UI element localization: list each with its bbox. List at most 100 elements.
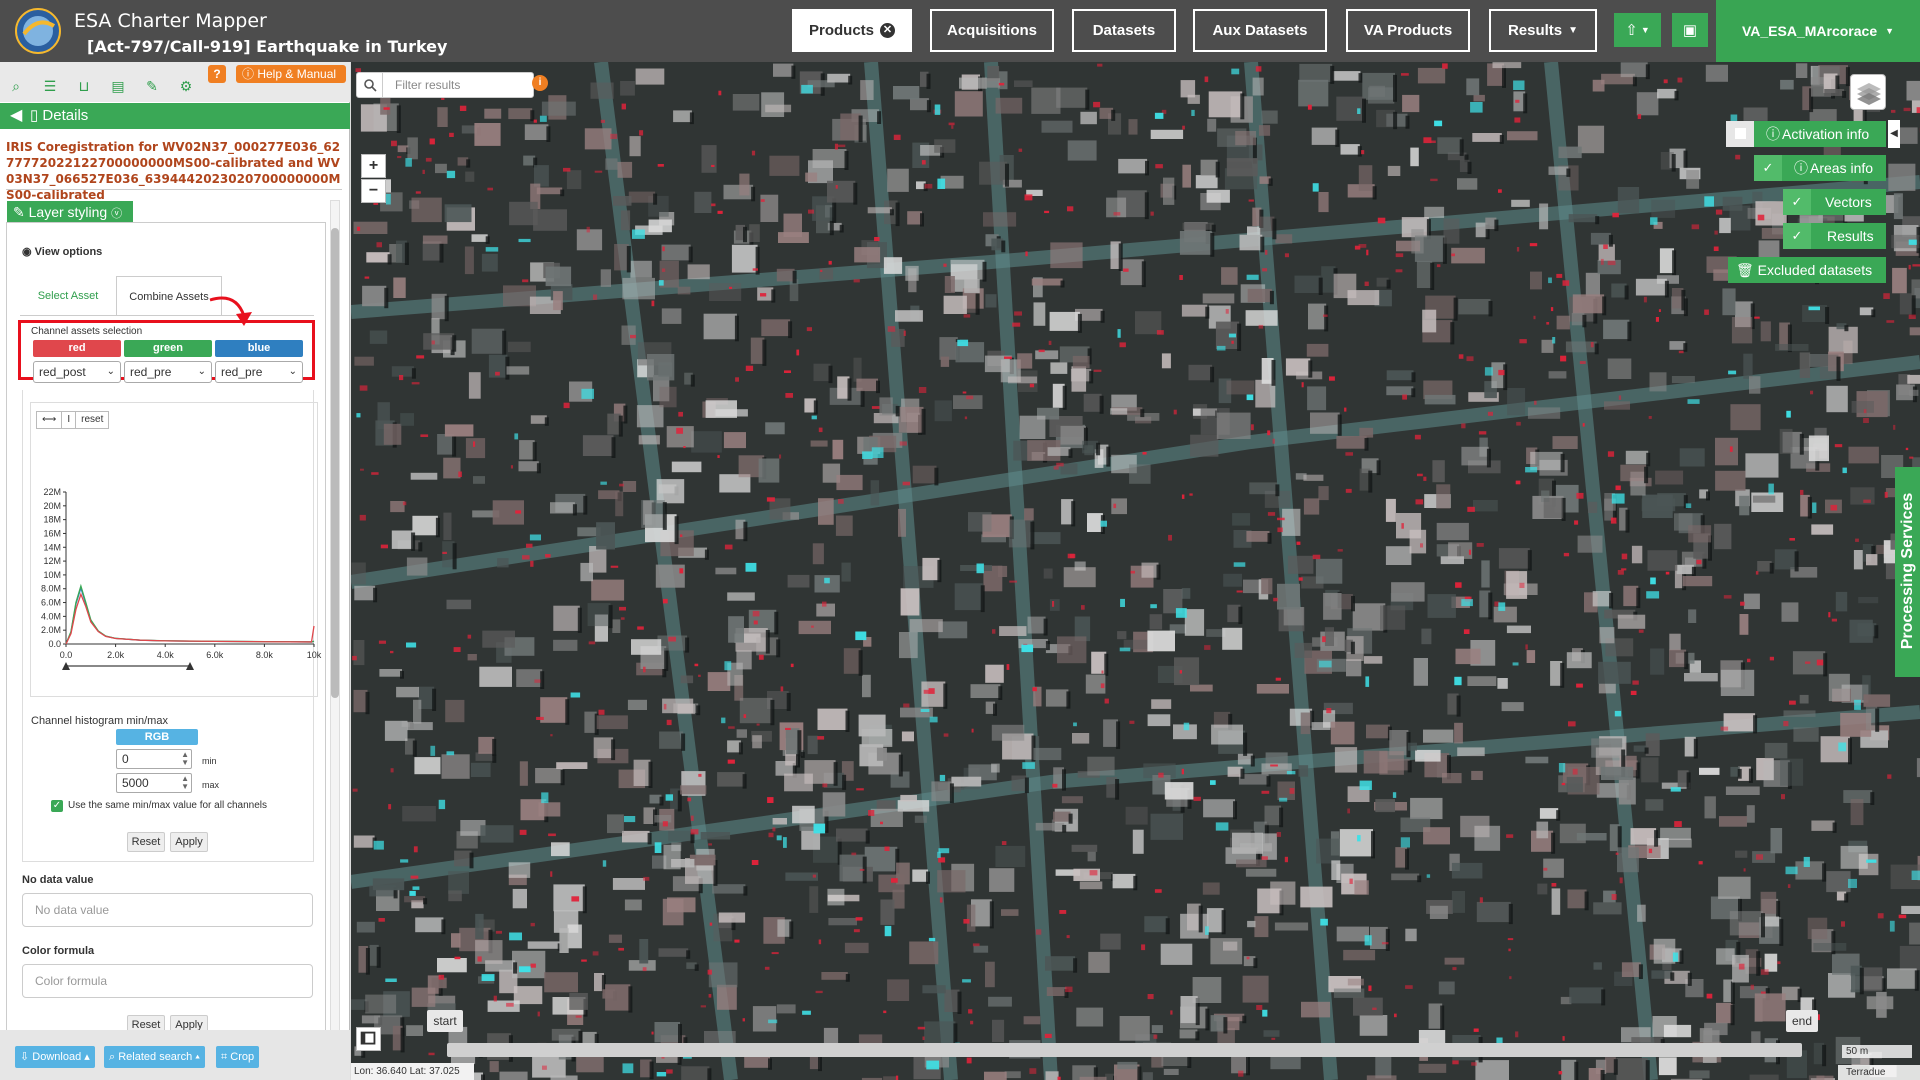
- min-input[interactable]: 0 ▲ ▼: [116, 749, 192, 769]
- tab-acquisitions[interactable]: Acquisitions: [930, 9, 1054, 52]
- chevron-left-icon[interactable]: ◀: [1888, 120, 1900, 148]
- building-shadow: [926, 73, 931, 89]
- tab-aux-datasets[interactable]: Aux Datasets: [1193, 9, 1327, 52]
- upload-button[interactable]: ⇧ ▼: [1614, 13, 1661, 47]
- layers-button[interactable]: [1850, 74, 1886, 110]
- pan-tool-button[interactable]: ⟷: [37, 412, 63, 428]
- building: [805, 172, 818, 182]
- building: [509, 201, 538, 226]
- building: [1511, 199, 1530, 207]
- building-shadow: [1686, 772, 1691, 790]
- y-tick-label: 4.0M: [41, 611, 61, 621]
- check-icon[interactable]: ✓: [1783, 223, 1811, 249]
- tab-datasets[interactable]: Datasets: [1072, 9, 1176, 52]
- building: [1423, 729, 1454, 743]
- briefcase-button[interactable]: ▣: [1672, 13, 1708, 47]
- building: [985, 294, 997, 308]
- vectors-button[interactable]: ✓ Vectors: [1783, 189, 1886, 215]
- building-shadow: [1609, 593, 1614, 609]
- reset-zoom-button[interactable]: reset: [76, 412, 108, 428]
- timeline-slider[interactable]: [447, 1043, 1802, 1057]
- change-pixel-red: [1816, 659, 1824, 666]
- tab-select-asset[interactable]: Select Asset: [30, 276, 106, 316]
- channel-green-select[interactable]: red_pre ⌄: [124, 361, 212, 383]
- change-pixel-red: [1113, 503, 1117, 509]
- building: [943, 295, 967, 314]
- checkbox-unchecked-icon[interactable]: [1726, 121, 1754, 147]
- check-icon[interactable]: ✓: [1754, 155, 1782, 181]
- building: [1046, 987, 1067, 996]
- chevron-left-icon[interactable]: ◀: [10, 103, 22, 129]
- download-button[interactable]: ⇩ Download ▴: [15, 1046, 95, 1068]
- help-question-button[interactable]: ?: [208, 65, 226, 83]
- building: [1117, 631, 1127, 640]
- pencil-icon[interactable]: ✎: [139, 75, 165, 97]
- check-icon[interactable]: ✓: [1783, 189, 1811, 215]
- change-pixel-red: [1402, 394, 1407, 400]
- close-icon[interactable]: ✕: [880, 23, 895, 38]
- results-layer-button[interactable]: ✓ Results: [1783, 223, 1886, 249]
- gear-icon[interactable]: ⚙: [173, 75, 199, 97]
- color-formula-input[interactable]: Color formula: [22, 964, 313, 998]
- search-icon[interactable]: ⌕: [3, 75, 29, 97]
- processing-services-tab[interactable]: Processing Services: [1895, 467, 1920, 677]
- change-pixel-cyan: [1646, 591, 1660, 599]
- building-shadow: [423, 898, 428, 905]
- building: [415, 917, 444, 933]
- tab-results[interactable]: Results ▼: [1489, 9, 1597, 52]
- building: [1719, 816, 1747, 827]
- spinner-icon[interactable]: ▲ ▼: [181, 751, 189, 767]
- histogram-apply-button[interactable]: Apply: [170, 832, 208, 852]
- crop-button[interactable]: ⌗ Crop: [216, 1046, 260, 1068]
- change-pixel-cyan: [1312, 183, 1319, 192]
- map-view[interactable]: [351, 62, 1920, 1080]
- spinner-icon[interactable]: ▲ ▼: [181, 775, 189, 791]
- timeline-start-label[interactable]: start: [427, 1010, 463, 1032]
- archive-icon[interactable]: ▤: [105, 75, 131, 97]
- channel-red-button[interactable]: red: [33, 340, 121, 357]
- view-options-toggle[interactable]: ◉ View options: [22, 245, 102, 258]
- list-icon[interactable]: ☰: [37, 75, 63, 97]
- layer-styling-header[interactable]: ✎ Layer styling ⓥ: [7, 201, 133, 223]
- building-shadow: [648, 761, 653, 788]
- histogram-reset-button[interactable]: Reset: [127, 832, 165, 852]
- tab-va-products[interactable]: VA Products: [1346, 9, 1470, 52]
- rgb-badge[interactable]: RGB: [116, 729, 198, 745]
- channel-red-select[interactable]: red_post ⌄: [33, 361, 121, 383]
- change-pixel-red: [1267, 512, 1276, 516]
- zoom-in-button[interactable]: +: [361, 154, 386, 178]
- timeline-end-label[interactable]: end: [1786, 1010, 1818, 1032]
- change-pixel-red: [1912, 264, 1920, 267]
- activation-info-button[interactable]: ⓘ Activation info: [1726, 121, 1886, 147]
- timeline-toggle-button[interactable]: [356, 1027, 381, 1051]
- basket-icon[interactable]: ⊔: [71, 75, 97, 97]
- tab-products[interactable]: Products ✕: [792, 9, 912, 52]
- tab-combine-assets[interactable]: Combine Assets: [116, 276, 222, 316]
- building: [1287, 555, 1314, 574]
- related-search-button[interactable]: ⌕ Related search ▴: [104, 1046, 205, 1068]
- max-input[interactable]: 5000 ▲ ▼: [116, 773, 192, 793]
- channel-green-button[interactable]: green: [124, 340, 212, 357]
- change-pixel-red: [1738, 963, 1745, 970]
- channel-blue-select[interactable]: red_pre ⌄: [215, 361, 303, 383]
- no-data-input[interactable]: No data value: [22, 893, 313, 927]
- building: [716, 984, 737, 1010]
- scrollbar-thumb[interactable]: [331, 228, 339, 698]
- info-icon[interactable]: i: [532, 75, 548, 91]
- change-pixel-red: [1024, 194, 1033, 201]
- user-menu[interactable]: VA_ESA_MArcorace ▼: [1716, 0, 1920, 62]
- select-tool-button[interactable]: I: [62, 412, 77, 428]
- map-attribution[interactable]: Terradue: [1838, 1065, 1920, 1080]
- zoom-out-button[interactable]: −: [361, 179, 386, 203]
- change-pixel-red: [1097, 63, 1103, 67]
- channel-blue-button[interactable]: blue: [215, 340, 303, 357]
- change-pixel-red: [903, 330, 906, 336]
- excluded-datasets-button[interactable]: 🗑 Excluded datasets: [1728, 257, 1886, 283]
- help-manual-button[interactable]: ⓘ Help & Manual: [236, 65, 346, 83]
- areas-info-button[interactable]: ✓ ⓘ Areas info: [1754, 155, 1886, 181]
- esa-charter-logo-icon[interactable]: [10, 4, 66, 58]
- same-minmax-checkbox[interactable]: ✓: [51, 800, 63, 812]
- satellite-image[interactable]: [351, 62, 1920, 1080]
- building: [1282, 508, 1301, 536]
- building-shadow: [1371, 831, 1375, 859]
